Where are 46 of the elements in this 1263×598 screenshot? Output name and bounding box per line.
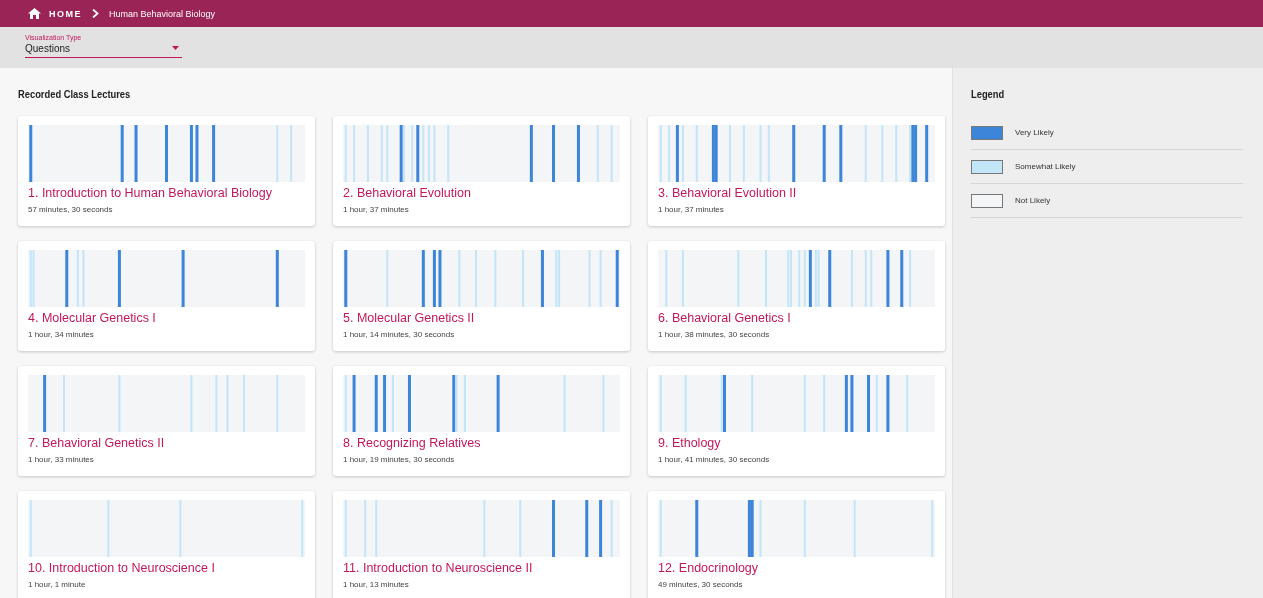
lecture-card[interactable]: 12. Endocrinology 49 minutes, 30 seconds [648,491,945,598]
lecture-duration: 1 hour, 14 minutes, 30 seconds [343,330,455,339]
lecture-duration: 1 hour, 34 minutes [28,330,94,339]
lecture-title[interactable]: 12. Endocrinology [658,561,759,575]
lecture-card[interactable]: 5. Molecular Genetics II 1 hour, 14 minutes, 30 seconds [333,241,630,351]
lecture-card[interactable]: 6. Behavioral Genetics I 1 hour, 38 minutes, 30 seconds [648,241,945,351]
lecture-title[interactable]: 10. Introduction to Neuroscience I [28,561,215,575]
lecture-duration: 1 hour, 38 minutes, 30 seconds [658,330,770,339]
lecture-title[interactable]: 11. Introduction to Neuroscience II [343,561,533,575]
lecture-card[interactable]: 1. Introduction to Human Behavioral Biology 57 minutes, 30 seconds [18,116,315,226]
home-icon[interactable] [28,8,41,19]
caret-icon [172,45,179,50]
lecture-duration: 1 hour, 37 minutes [343,205,409,214]
lecture-card[interactable]: 2. Behavioral Evolution 1 hour, 37 minutes [333,116,630,226]
legend-label: Not Likely [1015,196,1051,205]
lecture-title[interactable]: 2. Behavioral Evolution [343,186,471,200]
home-link[interactable]: HOME [49,8,82,19]
lecture-card[interactable]: 8. Recognizing Relatives 1 hour, 19 minutes, 30 seconds [333,366,630,476]
lecture-duration: 1 hour, 33 minutes [28,455,94,464]
lecture-title[interactable]: 6. Behavioral Genetics I [658,311,791,325]
lecture-card[interactable]: 10. Introduction to Neuroscience I 1 hour, 1 minute [18,491,315,598]
lecture-duration: 1 hour, 13 minutes [343,580,409,589]
lecture-title[interactable]: 9. Ethology [658,436,721,450]
lecture-duration: 1 hour, 19 minutes, 30 seconds [343,455,455,464]
lecture-title[interactable]: 8. Recognizing Relatives [343,436,481,450]
legend-label: Somewhat Likely [1015,162,1076,171]
lecture-title[interactable]: 3. Behavioral Evolution II [658,186,797,200]
lecture-duration: 1 hour, 41 minutes, 30 seconds [658,455,770,464]
lecture-card[interactable]: 3. Behavioral Evolution II 1 hour, 37 minutes [648,116,945,226]
breadcrumb-current: Human Behavioral Biology [109,8,216,19]
lecture-card[interactable]: 11. Introduction to Neuroscience II 1 hour, 13 minutes [333,491,630,598]
chevron-icon [92,9,99,18]
lecture-duration: 1 hour, 37 minutes [658,205,724,214]
lecture-title[interactable]: 1. Introduction to Human Behavioral Biology [28,186,272,200]
lecture-card[interactable]: 4. Molecular Genetics I 1 hour, 34 minutes [18,241,315,351]
lecture-title[interactable]: 5. Molecular Genetics II [343,311,475,325]
lecture-card[interactable]: 7. Behavioral Genetics II 1 hour, 33 minutes [18,366,315,476]
lecture-duration: 57 minutes, 30 seconds [28,205,113,214]
lecture-duration: 1 hour, 1 minute [28,580,86,589]
legend-label: Very Likely [1015,128,1054,137]
lecture-card[interactable]: 9. Ethology 1 hour, 41 minutes, 30 seconds [648,366,945,476]
lecture-title[interactable]: 7. Behavioral Genetics II [28,436,165,450]
section-heading: Recorded Class Lectures [18,88,131,102]
legend-heading: Legend [971,88,1005,102]
lecture-duration: 49 minutes, 30 seconds [658,580,743,589]
lecture-title[interactable]: 4. Molecular Genetics I [28,311,156,325]
